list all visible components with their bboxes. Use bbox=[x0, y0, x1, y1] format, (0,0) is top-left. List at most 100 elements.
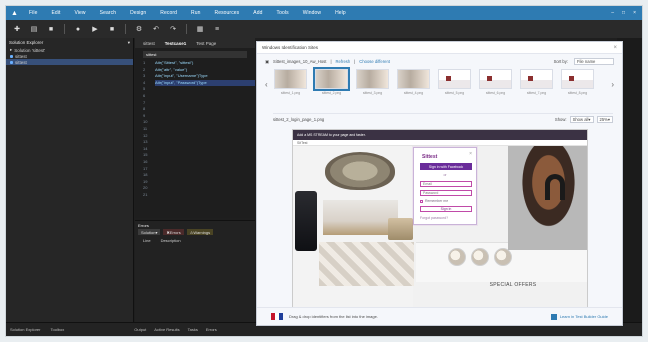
thumbnail-label: sittest_2.png bbox=[321, 91, 342, 95]
tab-test-page[interactable]: Test Page bbox=[196, 41, 216, 46]
bottom-tab-output[interactable]: Output bbox=[134, 327, 146, 332]
code-line-highlighted: Attr("input", "Password")Type bbox=[155, 79, 255, 87]
bottom-tab-errors[interactable]: Errors bbox=[206, 327, 217, 332]
menu-search[interactable]: Search bbox=[100, 10, 116, 16]
signin-email-placeholder: Email bbox=[423, 182, 432, 186]
grid-icon[interactable]: ▦ bbox=[193, 23, 207, 35]
list-icon[interactable]: ≡ bbox=[210, 23, 224, 35]
speaker-image bbox=[325, 152, 395, 190]
menu-window[interactable]: Window bbox=[303, 10, 321, 16]
play-icon[interactable]: ▶ bbox=[88, 23, 102, 35]
line-number: 19 bbox=[143, 178, 148, 184]
window-controls: – □ × bbox=[611, 10, 642, 16]
new-icon[interactable]: ✚ bbox=[10, 23, 24, 35]
thumbnail[interactable]: sittest_5.png bbox=[437, 69, 472, 98]
menu-record[interactable]: Record bbox=[160, 10, 177, 16]
zoom-dropdown-value: 25% bbox=[599, 117, 608, 122]
help-link-label: Learn in Test Builder Guide bbox=[559, 314, 608, 319]
caret-icon: ▸ bbox=[10, 47, 13, 52]
open-icon[interactable]: ▤ bbox=[27, 23, 41, 35]
show-dropdown[interactable]: Show all ▾ bbox=[569, 116, 594, 123]
errors-filter-button[interactable]: ✖ Errors bbox=[163, 229, 184, 235]
close-icon[interactable]: × bbox=[613, 45, 617, 51]
thumbnail-selected[interactable]: sittest_2.png bbox=[313, 67, 350, 98]
thumbnail[interactable]: sittest_8.png bbox=[560, 69, 595, 98]
pattern-image bbox=[319, 242, 414, 286]
line-number: 13 bbox=[143, 139, 148, 145]
preview-browser-bar: Add a MS STREAM to your page and faster. bbox=[293, 130, 587, 140]
path-text: Sittest_images_10_Aw_Host bbox=[272, 58, 327, 64]
thumbnail-image bbox=[313, 67, 350, 91]
thumbnail[interactable]: sittest_7.png bbox=[519, 69, 554, 98]
pin-icon[interactable]: ▾ bbox=[128, 40, 130, 45]
facebook-signin-button[interactable]: Sign in with Facebook bbox=[420, 163, 472, 170]
close-icon[interactable]: × bbox=[469, 151, 472, 157]
signin-logo: Sittest bbox=[422, 154, 438, 160]
menu-design[interactable]: Design bbox=[130, 10, 146, 16]
code-text[interactable]: Attr("Sittest", "sittest") Attr("attr", … bbox=[155, 60, 255, 87]
help-link[interactable]: Learn in Test Builder Guide bbox=[550, 313, 608, 320]
bottom-tab-active-results[interactable]: Active Results bbox=[154, 327, 179, 332]
menu-tools[interactable]: Tools bbox=[277, 10, 289, 16]
signin-email-field[interactable]: Email bbox=[420, 181, 472, 187]
thumbnail-label: sittest_8.png bbox=[567, 91, 588, 95]
line-number: 15 bbox=[143, 152, 148, 158]
bottom-tab-solution-explorer[interactable]: Solution Explorer bbox=[10, 327, 40, 332]
bottom-tab-tasks[interactable]: Tasks bbox=[188, 327, 198, 332]
remember-me-label: Remember me bbox=[425, 199, 449, 203]
thumbnail[interactable]: sittest_4.png bbox=[396, 69, 431, 98]
menu-run[interactable]: Run bbox=[191, 10, 200, 16]
forgot-password-link[interactable]: Forgot password? bbox=[420, 216, 448, 220]
minimize-icon[interactable]: – bbox=[611, 10, 614, 16]
tree-item-selected[interactable]: sittest bbox=[6, 59, 133, 65]
tab-testcase1[interactable]: Testcase1 bbox=[165, 41, 186, 46]
column-description[interactable]: Description bbox=[161, 238, 181, 243]
thumbnail-label: sittest_5.png bbox=[444, 91, 465, 95]
tab-sittest[interactable]: sittest bbox=[143, 41, 155, 46]
thumbnail[interactable]: sittest_3.png bbox=[355, 69, 390, 98]
remember-me[interactable]: Remember me bbox=[420, 199, 448, 203]
product-thumb bbox=[448, 248, 466, 266]
undo-icon[interactable]: ↶ bbox=[149, 23, 163, 35]
settings-icon[interactable]: ⚙ bbox=[132, 23, 146, 35]
refresh-link[interactable]: Refresh bbox=[336, 59, 351, 64]
menu-help[interactable]: Help bbox=[335, 10, 346, 16]
thumbnail[interactable]: sittest_1.png bbox=[273, 69, 308, 98]
sort-dropdown[interactable]: File name bbox=[574, 57, 614, 65]
choose-different-link[interactable]: Choose different bbox=[359, 59, 390, 64]
redo-icon[interactable]: ↷ bbox=[166, 23, 180, 35]
stop-icon[interactable]: ■ bbox=[105, 23, 119, 35]
line-number: 12 bbox=[143, 132, 148, 138]
warnings-filter-button[interactable]: ⚠ Warnings bbox=[186, 229, 214, 235]
menu-add[interactable]: Add bbox=[253, 10, 262, 16]
main-toolbar: ✚ ▤ ■ ● ▶ ■ ⚙ ↶ ↷ ▦ ≡ bbox=[6, 20, 642, 38]
preview-heading: SPECIAL OFFERS bbox=[489, 282, 537, 288]
signin-submit-button[interactable]: Sign in bbox=[420, 206, 472, 212]
menu-edit[interactable]: Edit bbox=[51, 10, 60, 16]
solution-dropdown[interactable]: Solution ▾ bbox=[138, 229, 161, 235]
thumbnail[interactable]: sittest_6.png bbox=[478, 69, 513, 98]
save-icon[interactable]: ■ bbox=[44, 23, 58, 35]
image-preview[interactable]: Add a MS STREAM to your page and faster.… bbox=[292, 129, 588, 309]
menu-resources[interactable]: Resources bbox=[214, 10, 239, 16]
menu-file[interactable]: File bbox=[29, 10, 37, 16]
menu-view[interactable]: View bbox=[75, 10, 86, 16]
phone-image bbox=[295, 191, 317, 251]
line-number: 2 bbox=[143, 66, 146, 72]
column-line[interactable]: Line bbox=[143, 238, 151, 243]
close-icon[interactable]: × bbox=[633, 10, 636, 16]
bottom-tab-toolbox[interactable]: Toolbox bbox=[50, 327, 64, 332]
thumbnail-image bbox=[520, 69, 553, 89]
bottom-mid-tabs: Output Active Results Tasks Errors bbox=[134, 327, 216, 332]
record-icon[interactable]: ● bbox=[71, 23, 85, 35]
zoom-dropdown[interactable]: 25% ▾ bbox=[596, 116, 613, 123]
code-block-header[interactable]: sittest bbox=[143, 51, 247, 58]
thumb-prev-icon[interactable]: ‹ bbox=[265, 80, 268, 89]
signin-password-field[interactable]: Password bbox=[420, 190, 472, 196]
show-dropdown-value: Show all bbox=[572, 117, 589, 122]
thumbnail-label: sittest_6.png bbox=[485, 91, 506, 95]
line-number: 1 bbox=[143, 60, 146, 65]
table-image bbox=[388, 218, 413, 240]
path-separator: | bbox=[330, 58, 332, 64]
maximize-icon[interactable]: □ bbox=[622, 10, 625, 16]
